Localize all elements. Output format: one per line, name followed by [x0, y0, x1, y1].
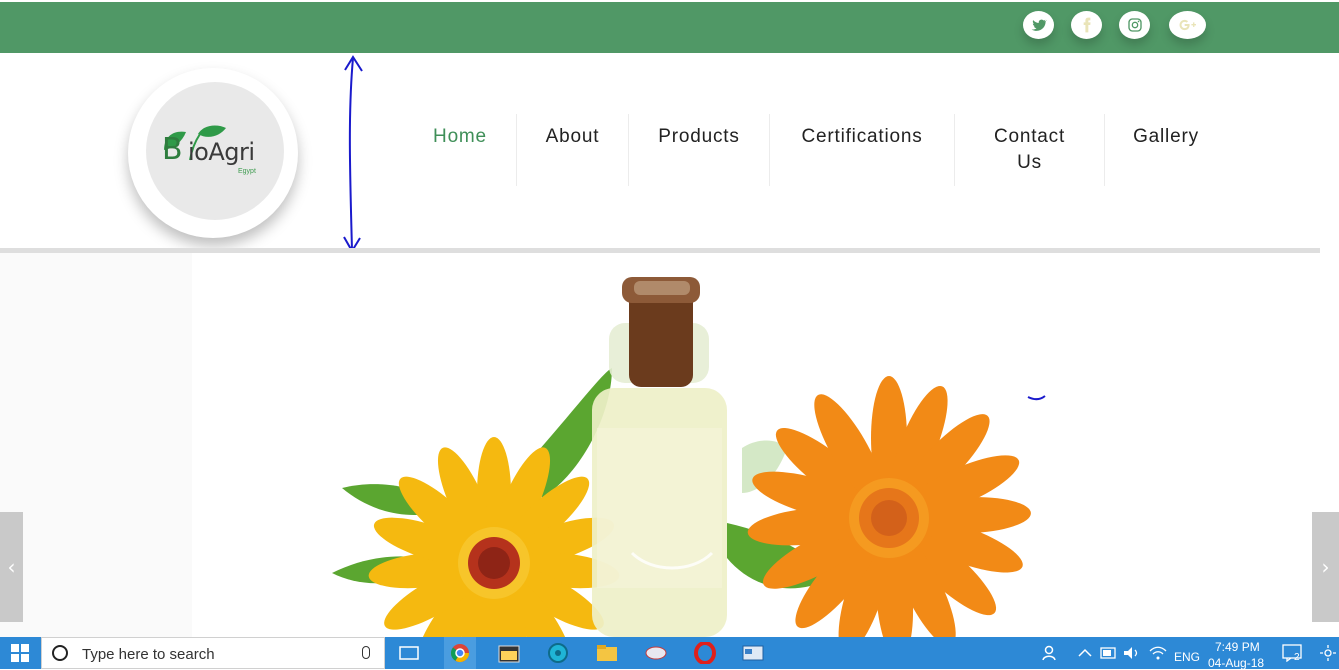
twitter-icon[interactable] [1023, 11, 1054, 39]
language-indicator[interactable]: ENG [1174, 650, 1200, 664]
nav-item-home[interactable]: Home [404, 114, 517, 186]
clock-time[interactable]: 7:49 PM [1215, 640, 1260, 654]
slider-next-button[interactable]: › [1312, 512, 1339, 622]
media-player-icon[interactable] [497, 641, 521, 665]
remote-app-icon[interactable] [644, 641, 668, 665]
logo-initial: B [162, 132, 183, 167]
people-icon[interactable] [1038, 641, 1062, 665]
file-explorer-icon[interactable] [595, 641, 619, 665]
chevron-up-icon[interactable] [1073, 641, 1097, 665]
site-logo[interactable]: B ioAgri Egypt [128, 68, 298, 238]
movie-maker-icon[interactable] [546, 641, 570, 665]
nav-item-about[interactable]: About [517, 114, 629, 186]
windows-taskbar: Type here to search ENG 7:49 PM 04-Aug-1… [0, 637, 1339, 670]
facebook-icon[interactable] [1071, 11, 1102, 39]
search-placeholder: Type here to search [82, 646, 215, 663]
google-plus-icon[interactable] [1169, 11, 1206, 39]
nav-item-gallery[interactable]: Gallery [1105, 114, 1227, 186]
battery-icon[interactable] [1097, 641, 1121, 665]
main-nav: Home About Products Certifications Conta… [404, 114, 1214, 186]
cortana-icon [52, 645, 68, 661]
volume-icon[interactable] [1120, 641, 1144, 665]
top-bar [0, 2, 1339, 53]
control-panel-icon[interactable] [741, 641, 765, 665]
taskbar-search-input[interactable]: Type here to search [41, 637, 385, 669]
slider-prev-button[interactable]: ‹ [0, 512, 23, 622]
logo-subtitle: Egypt [238, 168, 256, 175]
windows-start-icon[interactable] [0, 637, 40, 669]
show-desktop-icon[interactable] [1318, 641, 1338, 665]
instagram-icon[interactable] [1119, 11, 1150, 39]
logo-name: ioAgri [188, 138, 255, 166]
flowers-oil-bottle-image [332, 277, 1046, 637]
notifications-icon[interactable]: 2 [1280, 641, 1304, 665]
notification-count: 2 [1294, 652, 1300, 663]
chrome-icon[interactable] [444, 637, 476, 669]
logo-badge: B ioAgri Egypt [146, 82, 284, 220]
nav-item-certifications[interactable]: Certifications [770, 114, 955, 186]
microphone-icon[interactable] [362, 646, 370, 659]
nav-item-products[interactable]: Products [629, 114, 770, 186]
task-view-icon[interactable] [397, 641, 421, 665]
nav-item-contact[interactable]: Contact Us [955, 114, 1105, 186]
hero-slide-image [192, 253, 1320, 637]
opera-icon[interactable] [693, 641, 717, 665]
double-arrow-annotation-icon [343, 55, 363, 253]
hero-left-panel [0, 253, 192, 637]
clock-date[interactable]: 04-Aug-18 [1208, 656, 1264, 670]
wifi-icon[interactable] [1146, 641, 1170, 665]
